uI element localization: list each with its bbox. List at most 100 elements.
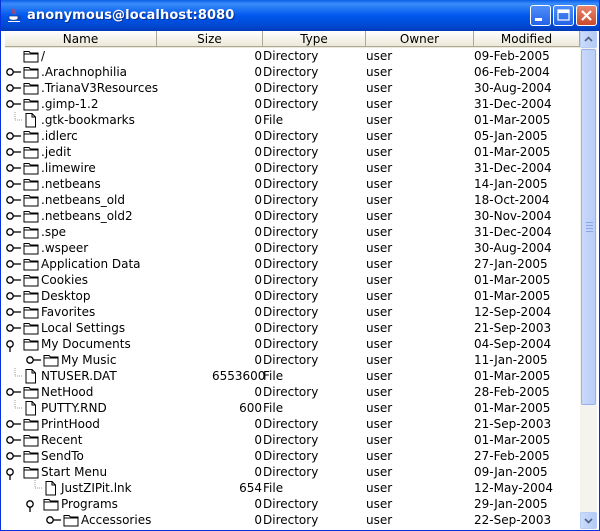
window-title: anonymous@localhost:8080	[27, 8, 235, 23]
column-header: Name Size Type Owner Modified	[5, 31, 580, 48]
table-row[interactable]: .gimp-1.2 0 Directory user 31-Dec-2004	[5, 96, 580, 112]
expand-toggle-icon[interactable]	[6, 276, 21, 284]
table-row[interactable]: Accessories 0 Directory user 22-Sep-2003	[5, 512, 580, 528]
expand-toggle-icon[interactable]	[6, 308, 21, 316]
item-name: /	[41, 49, 46, 63]
item-size: 0	[254, 513, 262, 527]
expand-toggle-icon[interactable]	[6, 452, 21, 460]
expand-toggle-icon[interactable]	[26, 356, 41, 364]
minimize-button[interactable]	[530, 5, 551, 26]
item-size: 0	[254, 241, 262, 255]
folder-icon	[23, 259, 39, 271]
table-row[interactable]: JustZIPit.lnk 654 File user 12-May-2004	[5, 480, 580, 496]
expand-toggle-icon[interactable]	[6, 420, 21, 428]
column-header-size[interactable]: Size	[157, 31, 263, 47]
collapse-toggle-icon[interactable]	[6, 468, 14, 480]
table-row[interactable]: .wspeer 0 Directory user 30-Aug-2004	[5, 240, 580, 256]
column-header-modified[interactable]: Modified	[474, 31, 580, 47]
tree-connector	[14, 400, 23, 409]
table-row[interactable]: .TrianaV3Resources 0 Directory user 30-Aug-2…	[5, 80, 580, 96]
table-row[interactable]: PUTTY.RND 600 File user 01-Mar-2005	[5, 400, 580, 416]
expand-toggle-icon[interactable]	[6, 244, 21, 252]
title-bar[interactable]: anonymous@localhost:8080	[1, 0, 599, 31]
table-row[interactable]: Recent 0 Directory user 01-Mar-2005	[5, 432, 580, 448]
expand-toggle-icon[interactable]	[6, 68, 21, 76]
table-row[interactable]: SendTo 0 Directory user 27-Feb-2005	[5, 448, 580, 464]
folder-icon	[23, 275, 39, 287]
table-row[interactable]: .Arachnophilia 0 Directory user 06-Feb-2004	[5, 64, 580, 80]
table-row[interactable]: / 0 Directory user 09-Feb-2005	[5, 48, 580, 64]
item-name: .jedit	[41, 145, 72, 159]
table-row[interactable]: PrintHood 0 Directory user 21-Sep-2003	[5, 416, 580, 432]
item-owner: user	[366, 145, 393, 159]
table-row[interactable]: .gtk-bookmarks 0 File user 01-Mar-2005	[5, 112, 580, 128]
expand-toggle-icon[interactable]	[6, 132, 21, 140]
close-icon	[581, 10, 592, 21]
item-size: 654	[239, 481, 262, 495]
table-row[interactable]: NTUSER.DAT 6553600 File user 01-Mar-2005	[5, 368, 580, 384]
table-row[interactable]: My Music 0 Directory user 11-Jan-2005	[5, 352, 580, 368]
file-icon	[25, 369, 36, 384]
item-name: PUTTY.RND	[41, 401, 107, 415]
column-header-name[interactable]: Name	[5, 31, 157, 47]
expand-toggle-icon[interactable]	[6, 196, 21, 204]
item-owner: user	[366, 369, 393, 383]
expand-toggle-icon[interactable]	[6, 388, 21, 396]
expand-toggle-icon[interactable]	[6, 292, 21, 300]
table-row[interactable]: .netbeans 0 Directory user 14-Jan-2005	[5, 176, 580, 192]
item-name: .Arachnophilia	[41, 65, 128, 79]
expand-toggle-icon[interactable]	[6, 148, 21, 156]
collapse-toggle-icon[interactable]	[6, 340, 14, 352]
item-owner: user	[366, 321, 393, 335]
table-row[interactable]: Cookies 0 Directory user 01-Mar-2005	[5, 272, 580, 288]
table-row[interactable]: .netbeans_old2 0 Directory user 30-Nov-2004	[5, 208, 580, 224]
table-row[interactable]: .limewire 0 Directory user 31-Dec-2004	[5, 160, 580, 176]
item-modified: 06-Feb-2004	[474, 65, 550, 79]
tree-connector	[14, 112, 23, 121]
item-type: Directory	[263, 337, 319, 351]
expand-toggle-icon[interactable]	[6, 324, 21, 332]
table-row[interactable]: Desktop 0 Directory user 01-Mar-2005	[5, 288, 580, 304]
column-header-type[interactable]: Type	[263, 31, 366, 47]
table-row[interactable]: My Documents 0 Directory user 04-Sep-2004	[5, 336, 580, 352]
scroll-thumb[interactable]	[581, 49, 596, 405]
collapse-toggle-icon[interactable]	[26, 500, 34, 512]
table-row[interactable]: Local Settings 0 Directory user 21-Sep-2003	[5, 320, 580, 336]
item-type: Directory	[263, 497, 319, 511]
item-owner: user	[366, 497, 393, 511]
item-modified: 01-Mar-2005	[474, 273, 551, 287]
close-button[interactable]	[576, 5, 597, 26]
table-row[interactable]: .idlerc 0 Directory user 05-Jan-2005	[5, 128, 580, 144]
scroll-down-button[interactable]	[580, 512, 597, 529]
item-size: 0	[254, 321, 262, 335]
item-type: Directory	[263, 81, 319, 95]
item-name: My Documents	[41, 337, 131, 351]
table-row[interactable]: Start Menu 0 Directory user 09-Jan-2005	[5, 464, 580, 480]
item-owner: user	[366, 225, 393, 239]
expand-toggle-icon[interactable]	[6, 228, 21, 236]
table-row[interactable]: .spe 0 Directory user 31-Dec-2004	[5, 224, 580, 240]
expand-toggle-icon[interactable]	[6, 100, 21, 108]
folder-icon	[23, 339, 39, 351]
expand-toggle-icon[interactable]	[46, 516, 61, 524]
item-type: Directory	[263, 353, 319, 367]
table-row[interactable]: .jedit 0 Directory user 01-Mar-2005	[5, 144, 580, 160]
table-row[interactable]: Programs 0 Directory user 29-Jan-2005	[5, 496, 580, 512]
item-modified: 22-Sep-2003	[474, 513, 552, 527]
expand-toggle-icon[interactable]	[6, 180, 21, 188]
maximize-button[interactable]	[553, 5, 574, 26]
table-row[interactable]: .netbeans_old 0 Directory user 18-Oct-2004	[5, 192, 580, 208]
vertical-scrollbar[interactable]	[580, 31, 597, 529]
scroll-up-button[interactable]	[580, 31, 597, 48]
expand-toggle-icon[interactable]	[6, 260, 21, 268]
item-type: Directory	[263, 177, 319, 191]
expand-toggle-icon[interactable]	[6, 212, 21, 220]
expand-toggle-icon[interactable]	[6, 436, 21, 444]
expand-toggle-icon[interactable]	[6, 84, 21, 92]
table-row[interactable]: Application Data 0 Directory user 27-Jan-200…	[5, 256, 580, 272]
column-header-owner[interactable]: Owner	[366, 31, 474, 47]
table-row[interactable]: NetHood 0 Directory user 28-Feb-2005	[5, 384, 580, 400]
expand-toggle-icon[interactable]	[6, 164, 21, 172]
table-row[interactable]: Favorites 0 Directory user 12-Sep-2004	[5, 304, 580, 320]
item-type: Directory	[263, 145, 319, 159]
